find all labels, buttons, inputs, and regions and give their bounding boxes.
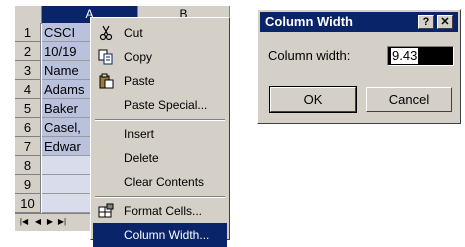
- format-cells-icon: [96, 202, 116, 220]
- menu-item-column-width[interactable]: Column Width...: [93, 223, 227, 247]
- menu-item-label: Paste Special...: [124, 98, 208, 112]
- context-menu: Cut Copy Paste Paste Special... Insert D…: [90, 17, 230, 247]
- row-header[interactable]: 9: [15, 175, 41, 194]
- row-header[interactable]: 10: [15, 194, 41, 213]
- column-width-label: Column width:: [268, 48, 351, 63]
- dialog-title: Column Width: [265, 14, 353, 29]
- row-header[interactable]: 7: [15, 137, 41, 156]
- column-width-value: 9.43: [391, 48, 419, 64]
- dialog-title-bar[interactable]: Column Width ? ✕: [260, 12, 458, 32]
- ok-button[interactable]: OK: [269, 86, 357, 113]
- column-width-input[interactable]: 9.43: [387, 46, 454, 66]
- paste-icon: [96, 72, 116, 90]
- row-header[interactable]: 4: [15, 80, 41, 99]
- row-header[interactable]: 5: [15, 99, 41, 118]
- row-header[interactable]: 1: [15, 23, 41, 42]
- select-all-corner[interactable]: [15, 6, 42, 23]
- menu-item-label: Paste: [124, 74, 155, 88]
- menu-item-label: Clear Contents: [124, 175, 205, 189]
- menu-item-label: Cut: [124, 26, 143, 40]
- menu-item-paste-special[interactable]: Paste Special...: [93, 93, 227, 117]
- menu-item-delete[interactable]: Delete: [93, 146, 227, 170]
- first-sheet-icon[interactable]: |◀: [19, 217, 29, 227]
- menu-item-clear-contents[interactable]: Clear Contents: [93, 170, 227, 194]
- menu-separator: [95, 119, 225, 121]
- menu-item-label: Column Width...: [124, 228, 210, 242]
- column-width-dialog: Column Width ? ✕ Column width: 9.43 OK C…: [257, 9, 461, 124]
- menu-item-copy[interactable]: Copy: [93, 45, 227, 69]
- menu-item-label: Copy: [124, 50, 153, 64]
- copy-icon: [96, 48, 116, 66]
- menu-separator: [95, 196, 225, 198]
- menu-item-insert[interactable]: Insert: [93, 122, 227, 146]
- menu-item-label: Insert: [124, 127, 155, 141]
- menu-item-label: Format Cells...: [124, 204, 203, 218]
- row-header[interactable]: 2: [15, 42, 41, 61]
- close-button[interactable]: ✕: [437, 15, 453, 29]
- menu-item-label: Delete: [124, 151, 159, 165]
- last-sheet-icon[interactable]: ▶|: [57, 217, 67, 227]
- prev-sheet-icon[interactable]: ◀: [33, 217, 43, 227]
- cancel-button[interactable]: Cancel: [366, 87, 452, 112]
- help-button[interactable]: ?: [418, 15, 434, 29]
- scissors-icon: [96, 24, 116, 42]
- row-header[interactable]: 3: [15, 61, 41, 80]
- menu-item-cut[interactable]: Cut: [93, 21, 227, 45]
- menu-item-paste[interactable]: Paste: [93, 69, 227, 93]
- menu-item-format-cells[interactable]: Format Cells...: [93, 199, 227, 223]
- row-header[interactable]: 6: [15, 118, 41, 137]
- row-header[interactable]: 8: [15, 156, 41, 175]
- next-sheet-icon[interactable]: ▶: [45, 217, 55, 227]
